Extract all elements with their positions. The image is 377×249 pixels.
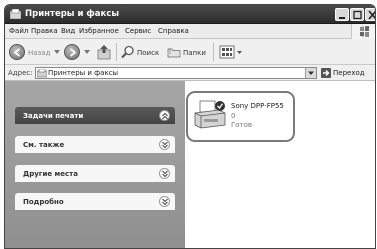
windows-flag-icon — [360, 26, 369, 37]
explorer-window: Принтеры и факсы Файл Правка Вид Избранн… — [4, 4, 376, 249]
forward-button[interactable] — [64, 44, 80, 60]
search-icon[interactable] — [121, 45, 135, 59]
panel-details[interactable]: Подробно — [15, 193, 175, 210]
minimize-button[interactable] — [335, 8, 349, 21]
panel-label: См. также — [23, 141, 65, 149]
title-bar[interactable]: Принтеры и факсы — [5, 5, 375, 24]
arrow-right-icon — [323, 70, 330, 76]
address-value: Принтеры и факсы — [48, 69, 119, 77]
close-button[interactable] — [365, 8, 375, 21]
chevron-up-double-icon — [162, 112, 168, 120]
arrow-right-icon — [69, 48, 77, 57]
printer-icon — [194, 100, 226, 129]
back-label: Назад — [28, 49, 51, 57]
maximize-icon — [353, 10, 362, 20]
back-button[interactable] — [9, 44, 25, 60]
toolbar: Назад Поиск Папки — [5, 39, 375, 65]
folders-icon[interactable] — [167, 45, 181, 59]
collapse-button[interactable] — [159, 110, 170, 121]
expand-button[interactable] — [159, 168, 170, 179]
minimize-icon — [339, 17, 345, 19]
close-icon — [368, 10, 375, 20]
chevron-down-icon — [308, 71, 314, 75]
address-label: Адрес: — [8, 69, 33, 77]
address-field[interactable]: Принтеры и факсы — [35, 67, 317, 79]
expand-button[interactable] — [159, 139, 170, 150]
printer-status: Готов — [231, 121, 253, 129]
task-pane: Задачи печати См. также Другие места Под… — [5, 81, 185, 248]
printer-job-count: 0 — [231, 112, 236, 120]
folder-up-icon[interactable] — [97, 44, 111, 60]
address-bar: Адрес: Принтеры и факсы Переход — [5, 65, 375, 81]
chevron-down-icon[interactable] — [54, 50, 60, 54]
menu-tools[interactable]: Сервис — [125, 27, 151, 35]
menu-file[interactable]: Файл — [9, 27, 28, 35]
window-title: Принтеры и факсы — [25, 9, 120, 19]
menu-view[interactable]: Вид — [61, 27, 75, 35]
go-label[interactable]: Переход — [333, 69, 365, 77]
expand-button[interactable] — [159, 196, 170, 207]
printer-item[interactable]: Sony DPP-FP55 0 Готов — [186, 91, 295, 142]
printer-folder-icon — [10, 9, 21, 19]
chevron-down-double-icon — [162, 198, 168, 206]
printer-name: Sony DPP-FP55 — [231, 102, 284, 110]
content-area: Sony DPP-FP55 0 Готов — [185, 81, 375, 248]
menu-edit[interactable]: Правка — [31, 27, 58, 35]
folders-label[interactable]: Папки — [183, 49, 206, 57]
printer-folder-icon — [37, 69, 47, 78]
go-button[interactable] — [321, 68, 331, 78]
windows-logo — [351, 24, 375, 39]
panel-label: Задачи печати — [23, 112, 84, 120]
chevron-down-icon[interactable] — [84, 50, 90, 54]
menu-help[interactable]: Справка — [158, 27, 189, 35]
chevron-down-double-icon — [162, 141, 168, 149]
panel-print-tasks[interactable]: Задачи печати — [15, 107, 175, 124]
menu-bar: Файл Правка Вид Избранное Сервис Справка — [5, 24, 375, 39]
panel-label: Другие места — [23, 170, 78, 178]
views-icon[interactable] — [219, 44, 245, 60]
panel-see-also[interactable]: См. также — [15, 136, 175, 153]
address-dropdown-button[interactable] — [305, 68, 316, 78]
maximize-button[interactable] — [350, 8, 364, 21]
chevron-down-double-icon — [162, 170, 168, 178]
arrow-left-icon — [13, 48, 21, 57]
panel-label: Подробно — [23, 198, 64, 206]
menu-favorites[interactable]: Избранное — [79, 27, 119, 35]
panel-other-places[interactable]: Другие места — [15, 165, 175, 182]
search-label[interactable]: Поиск — [137, 49, 159, 57]
